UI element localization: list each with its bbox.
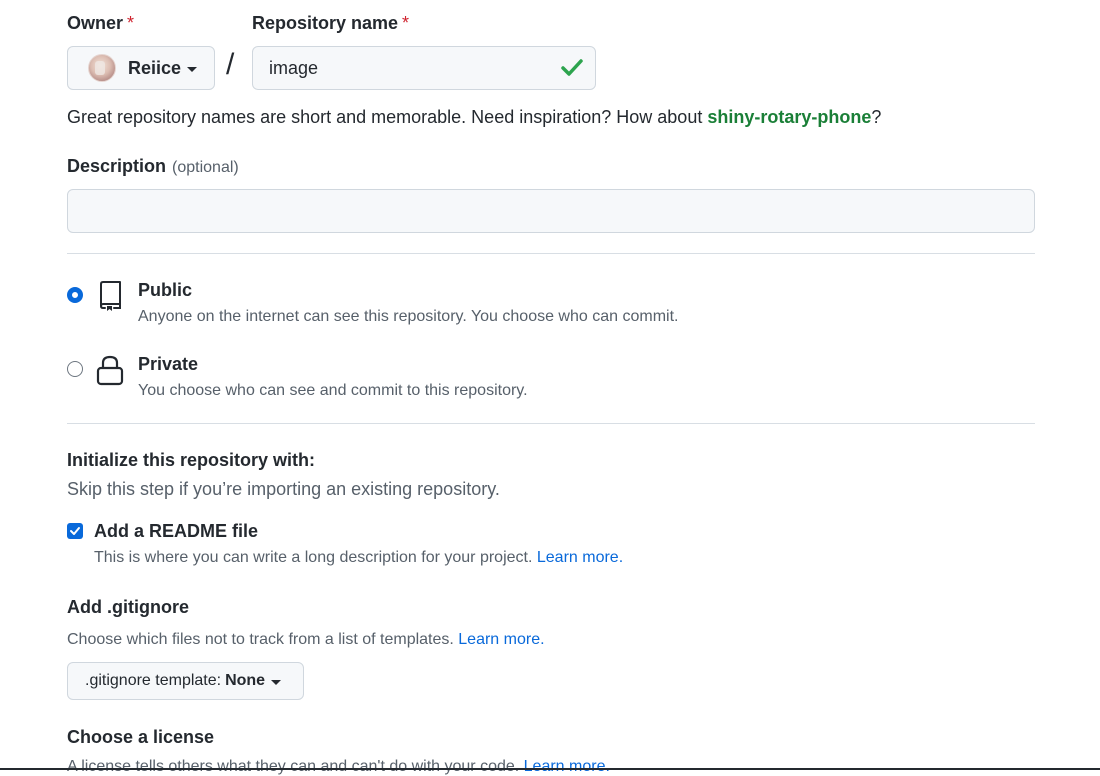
license-desc: A license tells others what they can and…	[67, 758, 610, 775]
caret-down-icon	[187, 66, 198, 72]
owner-name: Reiice	[128, 57, 182, 78]
repo-name-input[interactable]	[252, 46, 596, 90]
private-title[interactable]: Private	[138, 354, 198, 375]
owner-select-button[interactable]: Reiice	[67, 46, 215, 90]
readme-label[interactable]: Add a README file	[94, 521, 258, 542]
caret-down-icon	[271, 679, 282, 685]
divider	[67, 423, 1035, 424]
license-title: Choose a license	[67, 727, 215, 747]
gitignore-learn-more-link[interactable]: Learn more.	[458, 631, 544, 648]
gitignore-desc: Choose which files not to track from a l…	[67, 631, 545, 648]
repo-name-hint: Great repository names are short and mem…	[67, 107, 882, 127]
description-input[interactable]	[67, 189, 1035, 233]
owner-label: Owner *	[67, 13, 135, 33]
license-learn-more-link[interactable]: Learn more.	[524, 758, 610, 775]
readme-checkbox[interactable]	[67, 523, 83, 539]
private-radio[interactable]	[67, 361, 83, 377]
private-desc: You choose who can see and commit to thi…	[138, 382, 528, 399]
readme-desc: This is where you can write a long descr…	[94, 549, 624, 566]
owner-required-mark: *	[127, 13, 135, 33]
public-desc: Anyone on the internet can see this repo…	[138, 308, 679, 325]
repo-required-mark: *	[402, 13, 410, 33]
lock-icon	[96, 355, 124, 386]
divider	[67, 253, 1035, 254]
name-suggestion-link[interactable]: shiny-rotary-phone	[707, 107, 871, 127]
gitignore-button-value: None	[225, 672, 266, 689]
owner-repo-separator: /	[226, 48, 235, 81]
readme-learn-more-link[interactable]: Learn more.	[537, 549, 623, 566]
public-title[interactable]: Public	[138, 280, 192, 301]
description-label: Description (optional)	[67, 156, 239, 176]
check-icon	[561, 59, 583, 76]
optional-tag: (optional)	[172, 159, 239, 176]
gitignore-title: Add .gitignore	[67, 597, 189, 617]
init-subtitle: Skip this step if you’re importing an ex…	[67, 479, 500, 499]
repo-name-label: Repository name *	[252, 13, 410, 33]
checkmark-icon	[70, 527, 80, 535]
public-radio[interactable]	[68, 288, 82, 302]
gitignore-template-button[interactable]: .gitignore template: None	[67, 662, 304, 700]
avatar	[88, 54, 116, 82]
gitignore-button-prefix: .gitignore template:	[85, 672, 222, 689]
repo-icon	[100, 281, 121, 311]
init-title: Initialize this repository with:	[67, 450, 316, 470]
